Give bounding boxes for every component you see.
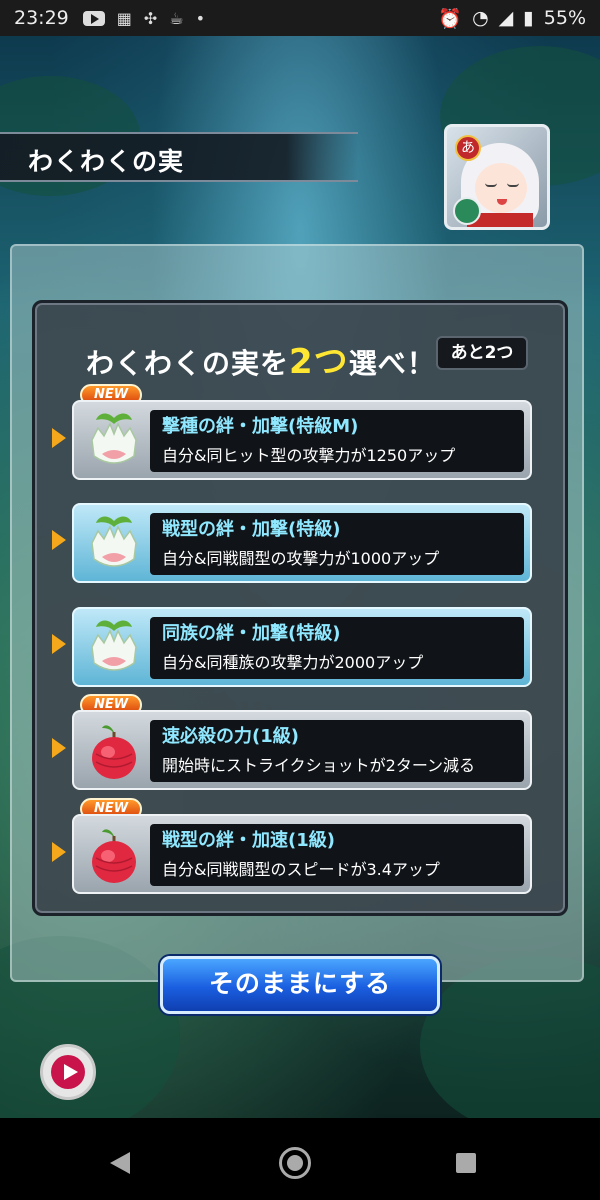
remaining-count-badge: あと2つ [436, 336, 528, 370]
white-fruit-icon [91, 516, 137, 567]
play-icon[interactable] [40, 1044, 96, 1100]
status-right: ⏰ ◔ ◢ ▮ 55% [438, 7, 586, 30]
white-fruit-icon [91, 620, 137, 671]
recent-apps-icon[interactable] [456, 1153, 476, 1173]
option-name: 速必殺の力(1級) [162, 726, 299, 747]
pointer-arrow-icon [52, 428, 66, 448]
white-fruit-icon [91, 413, 137, 464]
red-fruit-icon [92, 725, 136, 779]
battery-icon: ▮ [523, 7, 534, 29]
option-description: 自分&同種族の攻撃力が2000アップ [162, 653, 424, 672]
heading-prefix: わくわくの実を [86, 347, 290, 380]
notification-dot: • [195, 8, 206, 28]
battery-percent: 55% [543, 7, 586, 29]
selection-heading: わくわくの実を2つ選べ！ [86, 334, 436, 383]
option-name: 戦型の絆・加撃(特級) [162, 519, 341, 540]
element-badge-icon [453, 197, 481, 225]
clock: 23:29 [14, 7, 69, 29]
home-icon[interactable] [279, 1147, 311, 1179]
signal-icon: ◢ [498, 7, 514, 29]
leave-as-is-button[interactable]: そのままにする [160, 956, 440, 1014]
status-bar: 23:29 ▦ ✣ ☕ • ⏰ ◔ ◢ ▮ 55% [0, 0, 600, 36]
option-name: 戦型の絆・加速(1級) [162, 830, 335, 851]
option-name: 撃種の絆・加撃(特級M) [162, 416, 359, 437]
pinwheel-icon: ✣ [143, 8, 158, 28]
system-nav-bar [0, 1118, 600, 1200]
character-avatar[interactable]: あ [444, 124, 550, 230]
fruit-option[interactable]: 戦型の絆・加撃(特級) 自分&同戦闘型の攻撃力が1000アップ [72, 503, 532, 583]
pointer-arrow-icon [52, 530, 66, 550]
heading-count: 2つ [289, 342, 349, 382]
red-fruit-icon [92, 829, 136, 883]
back-icon[interactable] [110, 1152, 130, 1174]
option-description: 自分&同戦闘型の攻撃力が1000アップ [162, 549, 440, 568]
option-name: 同族の絆・加撃(特級) [162, 623, 341, 644]
fruit-option[interactable]: 撃種の絆・加撃(特級M) 自分&同ヒット型の攻撃力が1250アップ [72, 400, 532, 480]
option-description: 開始時にストライクショットが2ターン減る [162, 756, 476, 775]
avatar-face [475, 163, 527, 213]
youtube-icon [82, 10, 105, 26]
page-title: わくわくの実 [28, 147, 185, 176]
fruit-option[interactable]: 戦型の絆・加速(1級) 自分&同戦闘型のスピードが3.4アップ [72, 814, 532, 894]
option-description: 自分&同ヒット型の攻撃力が1250アップ [162, 446, 456, 465]
pointer-arrow-icon [52, 842, 66, 862]
option-description: 自分&同戦闘型のスピードが3.4アップ [162, 860, 440, 879]
fruit-option[interactable]: 速必殺の力(1級) 開始時にストライクショットが2ターン減る [72, 710, 532, 790]
calendar-icon: ▦ [116, 8, 132, 28]
page-title-banner: わくわくの実 [0, 132, 358, 182]
type-badge-icon: あ [455, 135, 481, 161]
wifi-icon: ◔ [472, 7, 489, 29]
fruit-option[interactable]: 同族の絆・加撃(特級) 自分&同種族の攻撃力が2000アップ [72, 607, 532, 687]
pointer-arrow-icon [52, 634, 66, 654]
heading-suffix: 選べ！ [348, 347, 436, 380]
alarm-icon: ⏰ [438, 7, 463, 30]
pointer-arrow-icon [52, 738, 66, 758]
coffee-icon: ☕ [169, 8, 184, 28]
